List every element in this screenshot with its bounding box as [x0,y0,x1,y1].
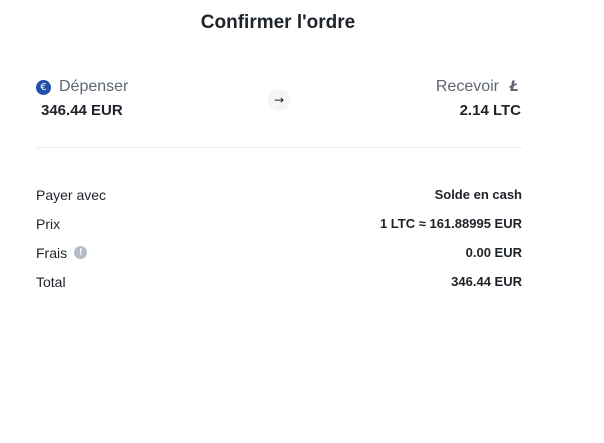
total-label: Total [36,273,66,290]
spend-header: € Dépenser [36,76,128,98]
price-label: Prix [36,215,61,232]
order-details: Payer avec Solde en cash Prix 1 LTC ≈ 16… [36,180,522,296]
pay-with-label: Payer avec [36,186,107,203]
detail-row-fees: Frais ! 0.00 EUR [36,238,522,267]
fees-label: Frais [36,244,68,261]
arrow-right-icon: → [268,89,290,111]
receive-section: Recevoir Ł 2.14 LTC [436,76,521,119]
info-icon[interactable]: ! [74,246,88,259]
detail-row-pay-with: Payer avec Solde en cash [36,180,522,209]
litecoin-icon: Ł [509,79,519,95]
detail-row-total: Total 346.44 EUR [36,267,522,296]
dialog-title: Confirmer l'ordre [200,12,356,33]
spend-section: € Dépenser 346.44 EUR [36,76,128,119]
divider [36,147,522,148]
price-value: 1 LTC ≈ 161.88995 EUR [379,216,522,231]
euro-coin-icon: € [36,79,51,95]
fees-label-group: Frais ! [36,244,88,261]
spend-amount: 346.44 EUR [41,102,123,119]
receive-amount: 2.14 LTC [459,102,521,119]
receive-header: Recevoir Ł [436,76,521,98]
detail-row-price: Prix 1 LTC ≈ 161.88995 EUR [36,209,522,238]
total-value: 346.44 EUR [451,274,522,289]
spend-label: Dépenser [59,78,129,95]
pay-with-value: Solde en cash [434,187,522,202]
fees-value: 0.00 EUR [465,245,522,260]
receive-label: Recevoir [435,78,499,95]
